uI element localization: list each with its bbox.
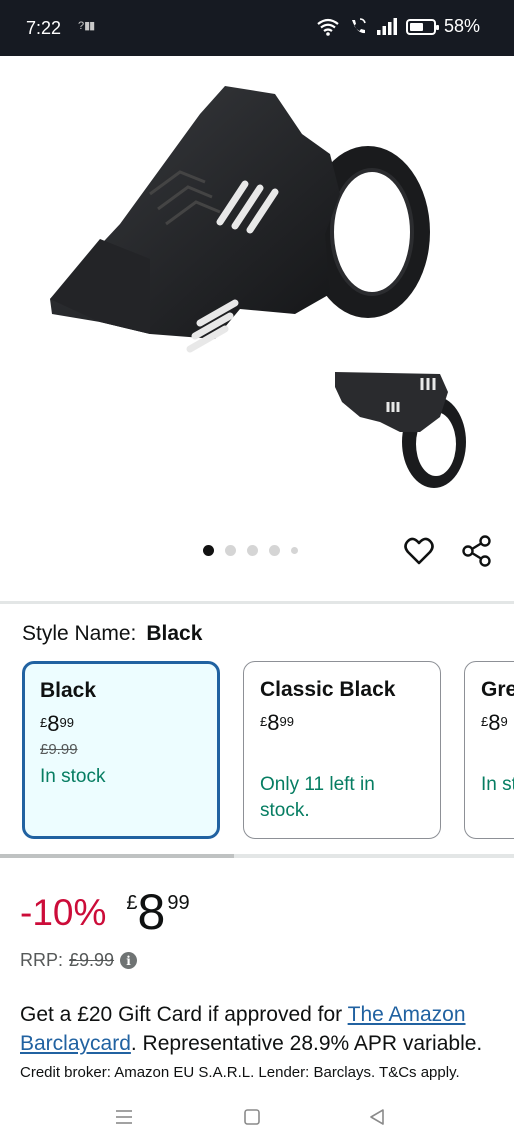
status-bar: 7:22 ?▮▮ 58% xyxy=(0,0,514,56)
product-thumbnail-image xyxy=(335,372,466,488)
variant-name: Black xyxy=(40,679,97,702)
variant-stock: Only 11 left in stock. xyxy=(260,774,375,821)
style-name-row: Style Name: Black xyxy=(22,622,202,646)
small-signal-icon: ?▮▮ xyxy=(78,20,95,32)
carousel-scrollbar[interactable] xyxy=(0,854,514,858)
home-button[interactable] xyxy=(232,1102,272,1132)
wishlist-button[interactable] xyxy=(402,534,436,568)
current-price: £8 99 xyxy=(126,884,190,940)
wifi-calling-icon xyxy=(351,17,366,33)
variant-stock: In st xyxy=(481,774,514,795)
gallery-dot[interactable] xyxy=(203,545,214,556)
menu-icon xyxy=(116,1110,132,1124)
home-icon xyxy=(244,1109,260,1125)
style-name-label: Style Name: xyxy=(22,622,137,645)
rrp-row: RRP: £9.99 i xyxy=(20,950,138,971)
status-icons: 58% xyxy=(316,16,480,37)
wifi-icon xyxy=(317,18,339,36)
info-icon[interactable]: i xyxy=(120,952,138,969)
discount-percentage: -10% xyxy=(20,892,107,933)
rrp-label: RRP: xyxy=(20,950,64,970)
gallery-dot[interactable] xyxy=(269,545,280,556)
price-block: -10% £8 99 xyxy=(20,884,190,940)
variant-price: £8 99 xyxy=(40,711,74,736)
carousel-scrollbar-thumb[interactable] xyxy=(0,854,234,858)
heart-icon xyxy=(404,537,434,565)
variant-stock: In stock xyxy=(40,766,106,787)
battery-icon xyxy=(405,18,439,35)
variant-price: £8 9 xyxy=(481,710,508,735)
gift-card-offer: Get a £20 Gift Card if approved for The … xyxy=(20,1003,483,1055)
gallery-dot[interactable] xyxy=(247,545,258,556)
variant-name: Classic Black xyxy=(260,678,396,701)
variant-name: Gre xyxy=(481,678,514,701)
section-divider xyxy=(0,601,514,604)
variant-price: £8 99 xyxy=(260,710,294,735)
status-time: 7:22 xyxy=(26,18,62,38)
gallery-dot[interactable] xyxy=(291,547,298,554)
share-icon xyxy=(462,535,491,567)
gallery-page-indicator xyxy=(203,545,298,556)
recents-button[interactable] xyxy=(104,1102,144,1132)
share-button[interactable] xyxy=(458,534,496,568)
product-image-gallery[interactable] xyxy=(0,56,514,602)
battery-percent: 58% xyxy=(443,16,480,36)
gallery-dot[interactable] xyxy=(225,545,236,556)
credit-broker-note: Credit broker: Amazon EU S.A.R.L. Lender… xyxy=(20,1064,460,1081)
variant-card-classic-black[interactable]: Classic Black £8 99 Only 11 left in stock… xyxy=(243,661,441,839)
style-variant-carousel[interactable]: Black £8 99 £9.99 In stock Classic Black … xyxy=(0,660,514,842)
rrp-value: £9.99 xyxy=(69,950,115,970)
variant-was-price: £9.99 xyxy=(40,741,78,758)
cell-signal-icon xyxy=(376,17,397,35)
product-main-image xyxy=(50,86,430,353)
variant-card-grey[interactable]: Gre £8 9 In st xyxy=(464,661,514,839)
back-button[interactable] xyxy=(357,1102,397,1132)
variant-card-black[interactable]: Black £8 99 £9.99 In stock xyxy=(22,661,220,839)
back-icon xyxy=(370,1109,384,1125)
system-navigation-bar xyxy=(0,1090,514,1145)
style-name-value: Black xyxy=(146,622,203,645)
